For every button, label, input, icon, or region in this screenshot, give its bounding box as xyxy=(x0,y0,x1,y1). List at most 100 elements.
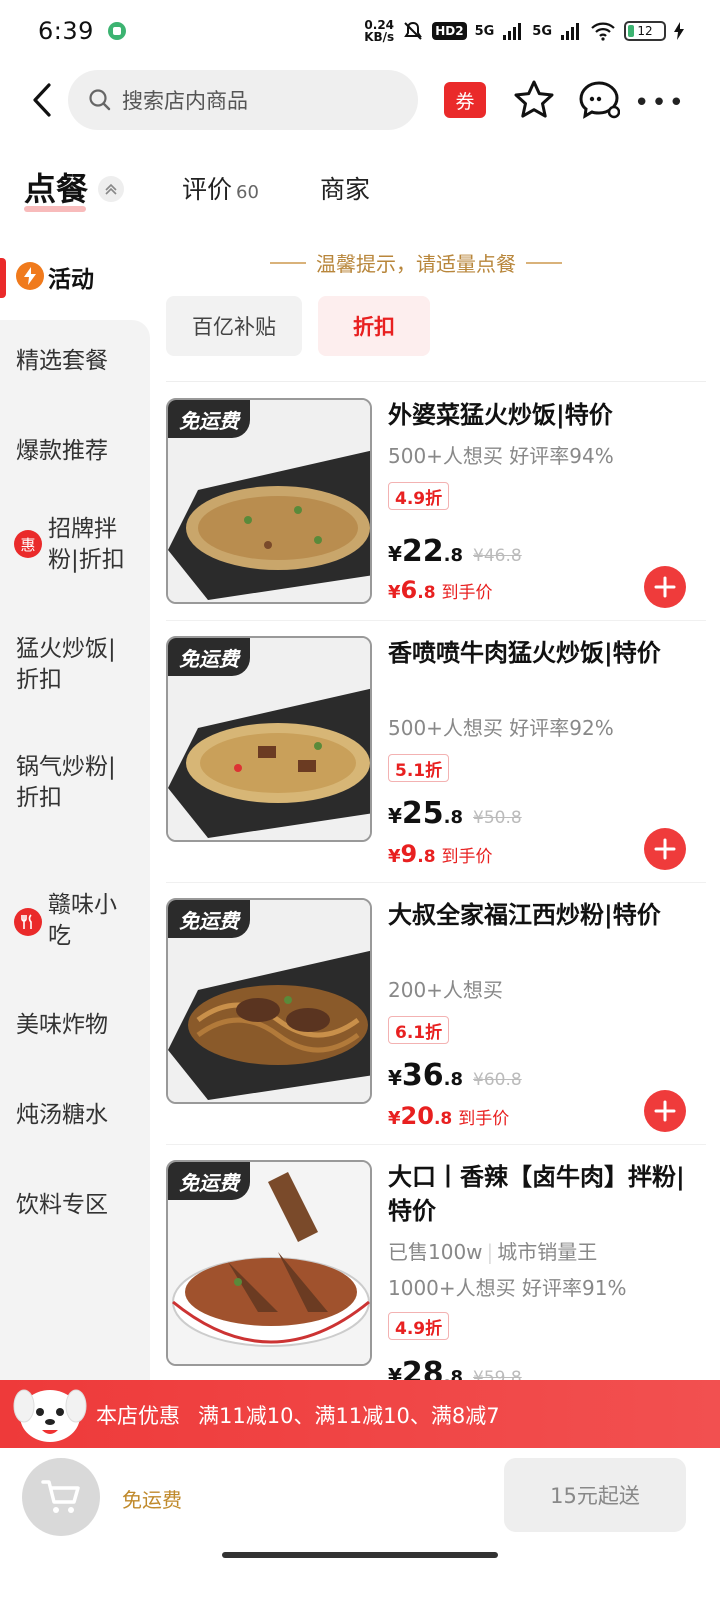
more-icon[interactable]: ••• xyxy=(634,88,686,118)
signal-bars-icon xyxy=(561,23,579,40)
product-title: 香喷喷牛肉猛火炒饭|特价 xyxy=(388,639,661,667)
sidebar-item-snacks[interactable]: 赣味小吃 xyxy=(48,890,138,952)
currency: ¥ xyxy=(388,1108,401,1129)
sidebar-item-fried[interactable]: 美味炸物 xyxy=(16,1010,136,1041)
currency: ¥ xyxy=(388,1066,402,1090)
tab-review-label: 评价 xyxy=(182,175,233,204)
divider xyxy=(526,261,562,264)
chat-icon[interactable] xyxy=(578,80,620,120)
final-label: 到手价 xyxy=(441,583,493,603)
product-title: 大叔全家福江西炒粉|特价 xyxy=(388,901,661,929)
final-dec: .8 xyxy=(433,1109,453,1129)
min-order-button[interactable]: 15元起送 xyxy=(504,1458,686,1532)
sidebar-item-signature-noodles[interactable]: 招牌拌粉|折扣 xyxy=(48,514,138,576)
home-indicator[interactable] xyxy=(222,1552,498,1558)
divider xyxy=(166,381,706,382)
product-card[interactable]: 免运费 外婆菜猛火炒饭|特价 500+人想买 好评率94% 4.9折 ¥22.8… xyxy=(166,398,706,608)
product-stats: 1000+人想买 好评率91% xyxy=(388,1276,627,1300)
search-input[interactable]: 搜索店内商品 xyxy=(68,70,418,130)
price-dec: .8 xyxy=(443,545,464,566)
net-speed: 0.24 KB/s xyxy=(364,18,395,44)
search-icon xyxy=(89,89,111,111)
product-card[interactable]: 免运费 大口丨香辣【卤牛肉】拌粉|特价 已售100w | 城市销量王 1000+人想… xyxy=(166,1160,706,1380)
final-dec: .8 xyxy=(417,583,436,603)
free-shipping-text: 免运费 xyxy=(122,1488,182,1512)
product-title: 大口丨香辣【卤牛肉】拌粉|特价 xyxy=(388,1163,685,1225)
signal-2: 5G xyxy=(532,23,552,39)
store-tabs: 点餐 评价 60 商家 xyxy=(0,160,720,220)
product-stats: 500+人想买 好评率92% xyxy=(388,716,614,740)
sidebar-item-label: 活动 xyxy=(48,267,94,293)
charging-icon xyxy=(674,22,684,40)
free-shipping-tag: 免运费 xyxy=(168,900,250,938)
product-card[interactable]: 免运费 大叔全家福江西炒粉|特价 200+人想买 6.1折 ¥36.8 ¥60.8… xyxy=(166,898,706,1132)
discount-badge: 4.9折 xyxy=(388,482,450,510)
cart-icon xyxy=(41,1480,80,1513)
utensils-icon xyxy=(14,908,42,936)
currency: ¥ xyxy=(388,1364,402,1380)
price-int: 28 xyxy=(401,1356,444,1380)
active-indicator xyxy=(0,258,6,298)
coupon-button[interactable]: 券 xyxy=(444,82,486,118)
promo-banner[interactable]: 本店优惠 满11减10、满11减10、满8减7 xyxy=(0,1380,720,1448)
rank-tag: 城市销量王 xyxy=(497,1240,598,1264)
add-to-cart-button[interactable] xyxy=(644,1090,686,1132)
product-price: ¥22.8 ¥46.8 xyxy=(388,534,522,569)
product-stats: 500+人想买 好评率94% xyxy=(388,444,614,468)
sidebar-item-hot[interactable]: 爆款推荐 xyxy=(16,436,136,467)
hd-badge: HD2 xyxy=(432,22,467,40)
back-button[interactable] xyxy=(24,80,60,120)
sales-tag: 已售100w xyxy=(388,1240,483,1264)
original-price: ¥59.8 xyxy=(473,1368,522,1380)
product-stats: 200+人想买 xyxy=(388,978,503,1002)
divider xyxy=(166,1144,706,1145)
currency: ¥ xyxy=(388,582,401,603)
tab-merchant[interactable]: 商家 xyxy=(320,170,370,206)
chip-subsidy[interactable]: 百亿补贴 xyxy=(166,296,302,356)
product-price: ¥36.8 ¥60.8 xyxy=(388,1058,522,1093)
chip-discount[interactable]: 折扣 xyxy=(318,296,430,356)
product-price: ¥28.8 ¥59.8 xyxy=(388,1356,522,1380)
sidebar-item-fried-rice[interactable]: 猛火炒饭|折扣 xyxy=(16,634,126,696)
sidebar-item-combo[interactable]: 精选套餐 xyxy=(16,346,136,377)
price-dec: .8 xyxy=(443,807,464,828)
tab-order[interactable]: 点餐 xyxy=(24,164,88,212)
cart-button[interactable] xyxy=(22,1458,100,1536)
tip-row: 温馨提示，请适量点餐 xyxy=(270,248,562,277)
price-dec: .8 xyxy=(443,1367,464,1380)
final-price: ¥9.8 到手价 xyxy=(388,840,493,868)
price-int: 25 xyxy=(401,796,444,831)
search-placeholder: 搜索店内商品 xyxy=(122,89,248,113)
final-label: 到手价 xyxy=(458,1109,510,1129)
final-label: 到手价 xyxy=(441,847,493,867)
collapse-icon[interactable] xyxy=(98,176,124,202)
sidebar-item-soup[interactable]: 炖汤糖水 xyxy=(16,1100,136,1131)
battery-icon: 12 xyxy=(624,21,666,41)
currency: ¥ xyxy=(388,846,401,867)
discount-badge: 5.1折 xyxy=(388,754,450,782)
original-price: ¥50.8 xyxy=(473,808,522,828)
status-time: 6:39 xyxy=(38,17,94,45)
mascot-icon xyxy=(13,1389,87,1442)
final-int: 6 xyxy=(400,576,418,604)
top-nav: 搜索店内商品 券 ••• xyxy=(0,68,720,132)
status-right: 0.24 KB/s HD2 5G 5G 12 xyxy=(364,19,684,43)
sidebar-item-fried-noodles[interactable]: 锅气炒粉|折扣 xyxy=(16,752,126,814)
add-to-cart-button[interactable] xyxy=(644,828,686,870)
plus-icon xyxy=(654,838,676,860)
add-to-cart-button[interactable] xyxy=(644,566,686,608)
sidebar-list: 精选套餐 爆款推荐 惠 招牌拌粉|折扣 猛火炒饭|折扣 锅气炒粉|折扣 赣味小吃… xyxy=(0,320,150,1380)
product-card[interactable]: 免运费 香喷喷牛肉猛火炒饭|特价 500+人想买 好评率92% 5.1折 ¥25… xyxy=(166,636,706,870)
original-price: ¥60.8 xyxy=(473,1070,522,1090)
tab-review[interactable]: 评价 60 xyxy=(182,170,259,206)
sidebar-item-drinks[interactable]: 饮料专区 xyxy=(16,1190,136,1221)
filter-chips: 百亿补贴 折扣 xyxy=(166,296,430,356)
price-dec: .8 xyxy=(443,1069,464,1090)
product-image: 免运费 xyxy=(166,898,372,1104)
divider xyxy=(166,620,706,621)
final-price: ¥6.8 到手价 xyxy=(388,576,493,604)
star-icon[interactable] xyxy=(512,78,556,122)
discount-badge: 4.9折 xyxy=(388,1312,450,1340)
sidebar-item-activity[interactable]: 活动 xyxy=(0,236,150,320)
product-image: 免运费 xyxy=(166,398,372,604)
